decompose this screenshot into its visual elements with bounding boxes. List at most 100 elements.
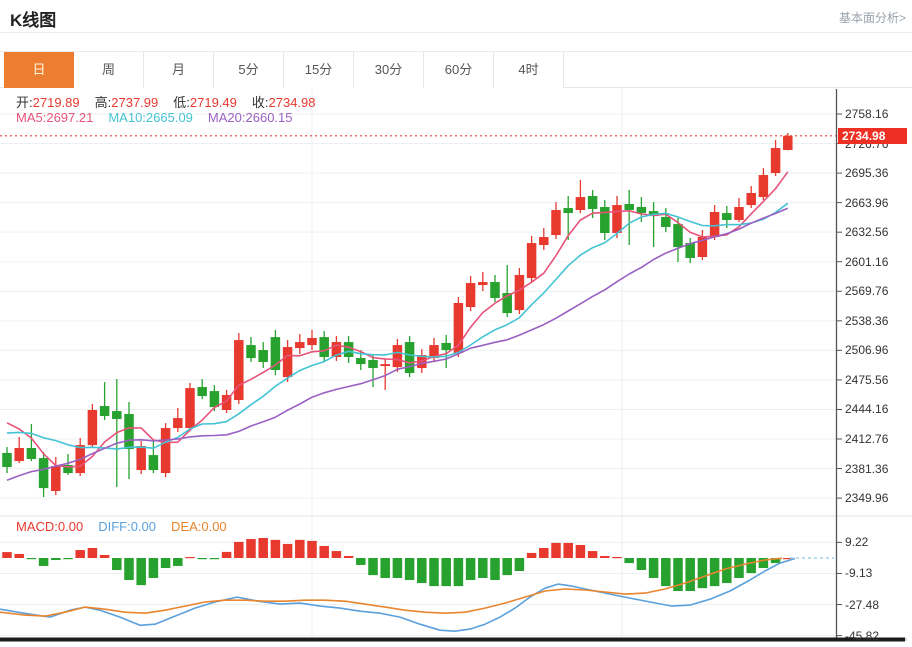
macd-bar (478, 558, 488, 578)
candle-body (258, 350, 268, 362)
ohlc-row-item-2: 低:2719.49 (173, 95, 237, 110)
candle-body (526, 243, 537, 279)
candle-body (709, 212, 720, 238)
candle-body (404, 342, 415, 374)
tab-period-3[interactable]: 5分 (214, 52, 284, 88)
tab-period-7[interactable]: 4时 (494, 52, 564, 88)
tab-period-5[interactable]: 30分 (354, 52, 424, 88)
macd-bar (14, 553, 24, 558)
candle-body (87, 409, 98, 446)
candle-body (722, 213, 732, 221)
macd-bar (734, 558, 744, 578)
bottom-scrollbar-track (905, 638, 907, 641)
macd-bar (380, 558, 390, 578)
macd-bar (563, 542, 573, 558)
candle-body (173, 418, 183, 429)
candle-body (234, 340, 244, 401)
macd-bar (502, 558, 512, 576)
page-header: K线图 基本面分析> (0, 0, 912, 33)
macd-bar (404, 558, 415, 581)
candle-body (587, 196, 598, 209)
macd-bar (270, 539, 281, 558)
macd-bar (636, 558, 647, 571)
tab-period-4[interactable]: 15分 (284, 52, 354, 88)
macd-bar (63, 558, 73, 560)
candle-body (197, 387, 207, 397)
candle-body (478, 282, 488, 286)
macd-bar (746, 558, 756, 574)
candle-body (612, 205, 622, 233)
candle-body (319, 337, 329, 358)
macd-bar (221, 551, 232, 558)
macd-row-item-1: DIFF:0.00 (98, 519, 157, 534)
macd-bar (282, 543, 293, 558)
candle-body (112, 411, 122, 420)
macd-bar (661, 558, 671, 587)
candle-body (307, 338, 317, 346)
macd-bar (465, 558, 476, 581)
tab-period-0[interactable]: 日 (4, 52, 74, 88)
ma-readout: MA5:2697.21 MA10:2665.09 MA20:2660.15 (16, 110, 308, 125)
candle-body (51, 466, 61, 492)
macd-bar (587, 551, 598, 558)
candle-body (282, 347, 293, 378)
macd-row-item-0: MACD:0.00 (16, 519, 84, 534)
macd-bar (441, 558, 451, 587)
candle-body (661, 216, 671, 227)
candle-body (124, 414, 134, 450)
candle-body (2, 452, 12, 468)
macd-bar (624, 558, 634, 564)
candle-body (746, 193, 756, 206)
bottom-scrollbar (0, 637, 905, 642)
candle-body (14, 448, 24, 462)
macd-bar (112, 558, 122, 571)
macd-bar (539, 548, 549, 558)
ohlc-readout: 开:2719.89 高:2737.99 低:2719.49 收:2734.98 (16, 92, 331, 111)
ohlc-row-item-3: 收:2734.98 (251, 95, 316, 110)
candle-body (368, 360, 378, 369)
macd-bar (685, 558, 695, 592)
macd-bar (173, 558, 183, 566)
candle-body (99, 406, 110, 417)
macd-bar (75, 550, 85, 558)
candle-body (392, 345, 403, 368)
candle-body (624, 204, 634, 211)
candle-body (465, 283, 476, 308)
tab-period-6[interactable]: 60分 (424, 52, 494, 88)
candle-body (148, 455, 159, 471)
tab-period-2[interactable]: 月 (144, 52, 214, 88)
macd-bar (258, 538, 268, 558)
ma10-line (6, 202, 789, 450)
kline-page: K线图 基本面分析> 日周月 5分 15分 30分 60分 4时 开:2719.89 高:2… (0, 0, 912, 647)
macd-bar (38, 558, 49, 566)
macd-bar (429, 558, 439, 587)
candle-body (160, 428, 171, 474)
macd-bar (526, 552, 537, 558)
candle-body (295, 342, 305, 349)
tab-period-1[interactable]: 周 (74, 52, 144, 88)
macd-bar (136, 558, 146, 586)
macd-bar (2, 552, 12, 558)
candle-body (441, 342, 451, 351)
candle-body (636, 207, 647, 214)
candle-body (563, 208, 573, 214)
candle-body (209, 391, 220, 408)
candle-body (356, 358, 366, 365)
macd-bar (99, 554, 110, 558)
macd-row-item-2: DEA:0.00 (171, 519, 227, 534)
macd-bar (551, 542, 561, 558)
ma-row-item-1: MA10:2665.09 (108, 110, 193, 125)
macd-bar (722, 558, 732, 584)
macd-bar (148, 558, 159, 578)
macd-bar (51, 558, 61, 561)
ma5-line (6, 171, 789, 468)
macd-bar (197, 558, 207, 560)
candle-body (343, 342, 354, 358)
macd-readout: MACD:0.00 DIFF:0.00 DEA:0.00 (16, 519, 242, 534)
macd-bar (575, 544, 586, 558)
fundamental-analysis-link[interactable]: 基本面分析> (839, 9, 906, 26)
macd-bar (453, 558, 464, 587)
macd-bar (185, 556, 195, 559)
macd-bar (343, 555, 354, 558)
macd-bar (246, 539, 256, 558)
